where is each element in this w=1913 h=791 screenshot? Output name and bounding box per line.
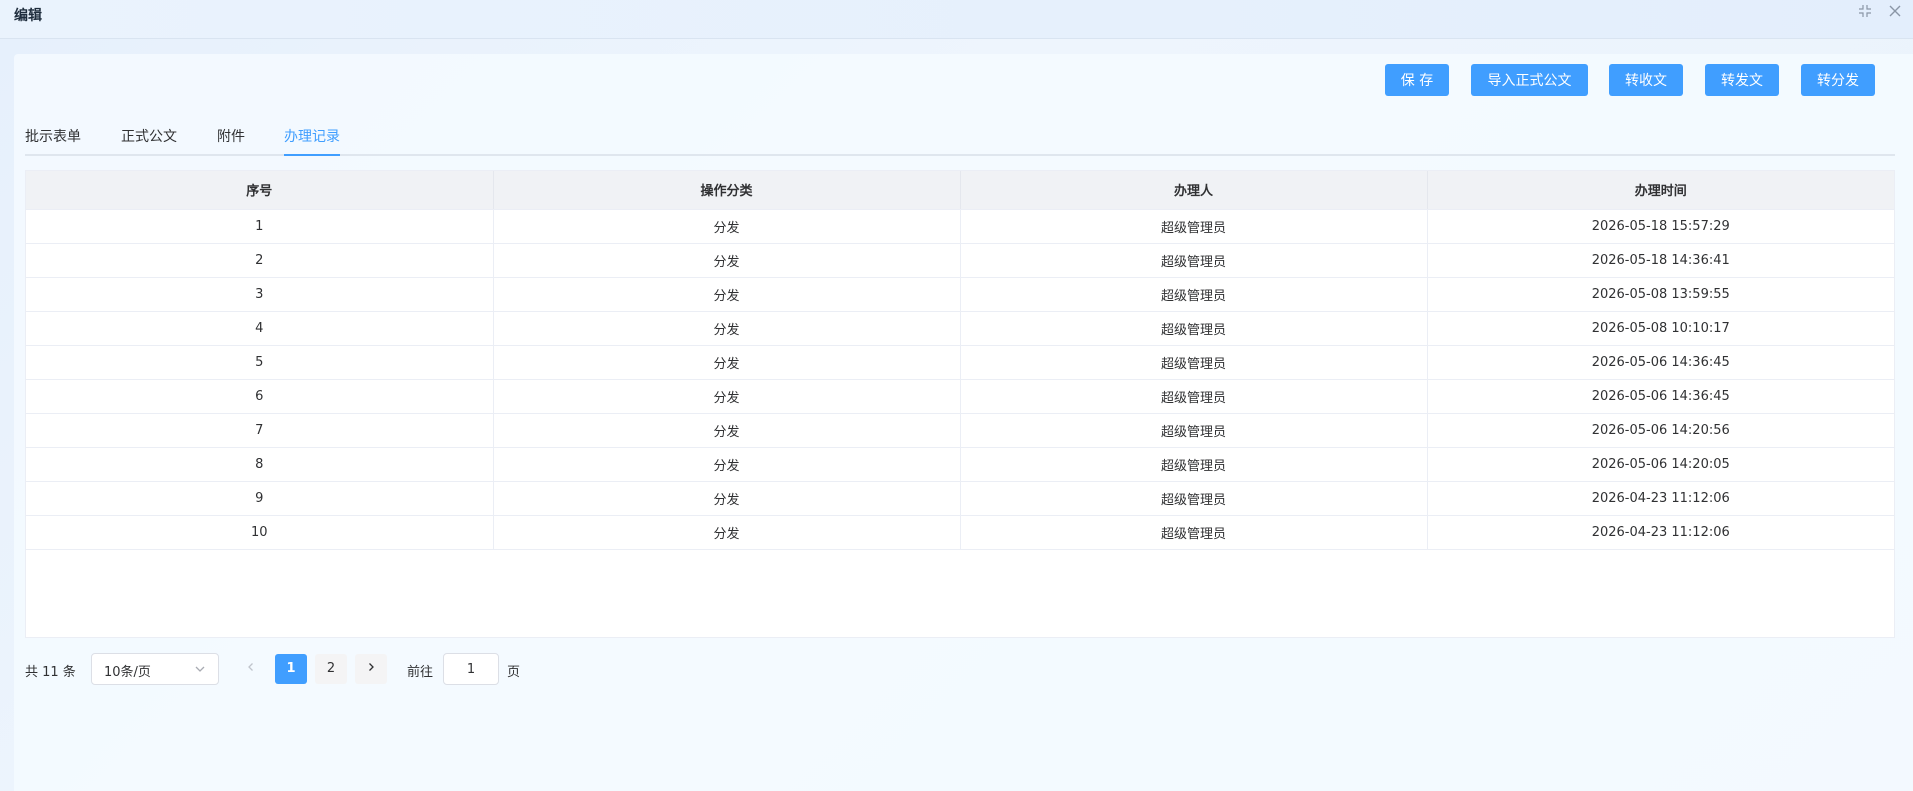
goto-page-input[interactable] — [443, 653, 499, 685]
tab-bar: 批示表单 正式公文 附件 办理记录 — [25, 124, 1895, 156]
cell-operation: 分发 — [493, 277, 961, 312]
cell-operation: 分发 — [493, 345, 961, 380]
cell-index: 6 — [26, 379, 494, 414]
convert-to-distribute-button[interactable]: 转分发 — [1801, 64, 1875, 96]
table-row: 8 分发 超级管理员 2026-05-06 14:20:05 — [26, 447, 1894, 482]
cell-handler: 超级管理员 — [960, 345, 1428, 380]
table-row: 1 分发 超级管理员 2026-05-18 15:57:29 — [26, 209, 1894, 244]
convert-to-receive-button[interactable]: 转收文 — [1609, 64, 1683, 96]
cell-time: 2026-05-18 14:36:41 — [1427, 243, 1894, 278]
cell-time: 2026-05-08 13:59:55 — [1427, 277, 1894, 312]
cell-index: 5 — [26, 345, 494, 380]
cell-index: 4 — [26, 311, 494, 346]
import-official-doc-button[interactable]: 导入正式公文 — [1471, 64, 1588, 96]
convert-to-send-button[interactable]: 转发文 — [1705, 64, 1779, 96]
cell-operation: 分发 — [493, 481, 961, 516]
cell-handler: 超级管理员 — [960, 209, 1428, 244]
tab-attachments[interactable]: 附件 — [217, 126, 245, 156]
page-size-value: 10条/页 — [104, 665, 151, 680]
records-table: 序号 操作分类 办理人 办理时间 1 分发 超级管理员 2026-05-18 1… — [25, 170, 1895, 638]
save-button[interactable]: 保 存 — [1385, 64, 1449, 96]
column-header-operation: 操作分类 — [493, 171, 961, 210]
table-row: 6 分发 超级管理员 2026-05-06 14:36:45 — [26, 379, 1894, 414]
dialog-title: 编辑 — [14, 8, 42, 24]
cell-operation: 分发 — [493, 243, 961, 278]
chevron-down-icon — [194, 663, 206, 675]
cell-index: 10 — [26, 515, 494, 550]
cell-handler: 超级管理员 — [960, 413, 1428, 448]
cell-index: 2 — [26, 243, 494, 278]
cell-operation: 分发 — [493, 209, 961, 244]
dialog-header: 编辑 — [0, 0, 1913, 39]
page-button-1[interactable]: 1 — [275, 654, 307, 684]
cell-operation: 分发 — [493, 311, 961, 346]
cell-index: 8 — [26, 447, 494, 482]
cell-operation: 分发 — [493, 379, 961, 414]
page-button-2[interactable]: 2 — [315, 654, 347, 684]
prev-page-button[interactable] — [235, 654, 267, 684]
cell-operation: 分发 — [493, 515, 961, 550]
cell-time: 2026-05-06 14:20:56 — [1427, 413, 1894, 448]
tab-processing-records[interactable]: 办理记录 — [284, 126, 340, 156]
cell-time: 2026-05-06 14:20:05 — [1427, 447, 1894, 482]
cell-time: 2026-05-18 15:57:29 — [1427, 209, 1894, 244]
column-header-index: 序号 — [26, 171, 494, 210]
cell-index: 1 — [26, 209, 494, 244]
cell-handler: 超级管理员 — [960, 243, 1428, 278]
table-row: 2 分发 超级管理员 2026-05-18 14:36:41 — [26, 243, 1894, 278]
goto-suffix: 页 — [507, 665, 521, 680]
cell-time: 2026-04-23 11:12:06 — [1427, 515, 1894, 550]
cell-time: 2026-05-06 14:36:45 — [1427, 379, 1894, 414]
table-row: 9 分发 超级管理员 2026-04-23 11:12:06 — [26, 481, 1894, 516]
pagination: 共 11 条 10条/页 1 2 前往 页 — [25, 653, 825, 685]
tab-approval-form[interactable]: 批示表单 — [25, 126, 81, 156]
next-page-button[interactable] — [355, 654, 387, 684]
goto-label: 前往 — [407, 665, 434, 680]
cell-handler: 超级管理员 — [960, 379, 1428, 414]
table-row: 5 分发 超级管理员 2026-05-06 14:36:45 — [26, 345, 1894, 380]
cell-handler: 超级管理员 — [960, 481, 1428, 516]
table-header-row: 序号 操作分类 办理人 办理时间 — [26, 171, 1894, 210]
cell-index: 3 — [26, 277, 494, 312]
column-header-time: 办理时间 — [1427, 171, 1894, 210]
pagination-total: 共 11 条 — [25, 665, 76, 680]
page-size-select[interactable]: 10条/页 — [91, 653, 219, 685]
table-row: 10 分发 超级管理员 2026-04-23 11:12:06 — [26, 515, 1894, 550]
table-row: 4 分发 超级管理员 2026-05-08 10:10:17 — [26, 311, 1894, 346]
cell-time: 2026-05-06 14:36:45 — [1427, 345, 1894, 380]
cell-operation: 分发 — [493, 413, 961, 448]
cell-handler: 超级管理员 — [960, 447, 1428, 482]
cell-index: 7 — [26, 413, 494, 448]
cell-handler: 超级管理员 — [960, 515, 1428, 550]
shrink-icon[interactable] — [1857, 4, 1873, 20]
cell-handler: 超级管理员 — [960, 311, 1428, 346]
cell-time: 2026-05-08 10:10:17 — [1427, 311, 1894, 346]
table-row: 3 分发 超级管理员 2026-05-08 13:59:55 — [26, 277, 1894, 312]
cell-handler: 超级管理员 — [960, 277, 1428, 312]
cell-time: 2026-04-23 11:12:06 — [1427, 481, 1894, 516]
tab-official-document[interactable]: 正式公文 — [121, 126, 177, 156]
cell-operation: 分发 — [493, 447, 961, 482]
column-header-handler: 办理人 — [960, 171, 1428, 210]
table-row: 7 分发 超级管理员 2026-05-06 14:20:56 — [26, 413, 1894, 448]
cell-index: 9 — [26, 481, 494, 516]
close-icon[interactable] — [1887, 4, 1903, 20]
